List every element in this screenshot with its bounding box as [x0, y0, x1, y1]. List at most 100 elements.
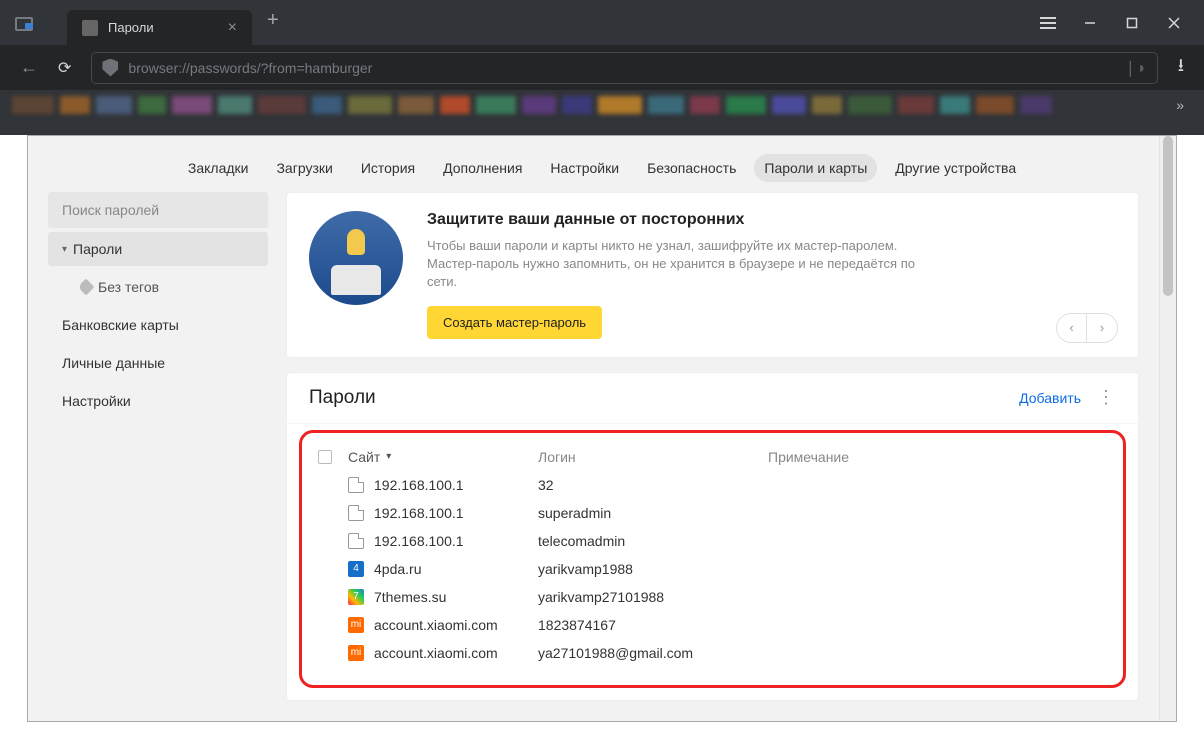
cell-site: 192.168.100.1	[374, 477, 464, 493]
site-favicon: mi	[348, 645, 364, 661]
sidebar-item-settings[interactable]: Настройки	[48, 384, 268, 418]
bookmark-chip[interactable]	[440, 96, 470, 114]
bookmark-chip[interactable]	[598, 96, 642, 114]
more-options-icon[interactable]: ⋮	[1097, 387, 1116, 408]
bookmark-chip[interactable]	[12, 96, 54, 114]
new-tab-button[interactable]: +	[267, 9, 279, 36]
bookmark-chip[interactable]	[398, 96, 434, 114]
scrollbar-thumb[interactable]	[1163, 136, 1173, 296]
topnav-item[interactable]: Загрузки	[266, 154, 342, 182]
active-tab[interactable]: Пароли ×	[67, 10, 252, 45]
sidebar-item-personal[interactable]: Личные данные	[48, 346, 268, 380]
column-site[interactable]: Сайт▾	[348, 449, 538, 465]
promo-illustration	[309, 211, 403, 305]
topnav-item[interactable]: Другие устройства	[885, 154, 1026, 182]
cell-login: 1823874167	[538, 617, 768, 633]
bookmark-chip[interactable]	[96, 96, 132, 114]
site-favicon	[348, 477, 364, 493]
table-row[interactable]: 192.168.100.1 32	[312, 471, 1113, 499]
promo-next-button[interactable]: ›	[1087, 314, 1117, 342]
cell-login: telecomadmin	[538, 533, 768, 549]
scrollbar[interactable]	[1159, 136, 1176, 721]
cell-site: 7themes.su	[374, 589, 446, 605]
promo-title: Защитите ваши данные от посторонних	[427, 211, 947, 229]
bookmarks-bar: »	[0, 90, 1204, 120]
cell-site: 192.168.100.1	[374, 533, 464, 549]
search-passwords-input[interactable]: Поиск паролей	[48, 192, 268, 228]
bookmark-chip[interactable]	[812, 96, 842, 114]
sidebar: Поиск паролей ▾Пароли Без тегов Банковск…	[48, 192, 268, 701]
address-bar[interactable]: browser://passwords/?from=hamburger ❘◗	[91, 52, 1157, 84]
bookmark-chip[interactable]	[848, 96, 892, 114]
tag-icon	[78, 279, 95, 296]
bookmark-chip[interactable]	[348, 96, 392, 114]
bookmarks-overflow-icon[interactable]: »	[1168, 97, 1192, 113]
table-row[interactable]: miaccount.xiaomi.comya27101988@gmail.com	[312, 639, 1113, 667]
topnav-item[interactable]: Настройки	[540, 154, 629, 182]
topnav-item[interactable]: Безопасность	[637, 154, 746, 182]
bookmark-chip[interactable]	[1020, 96, 1052, 114]
bookmark-page-icon[interactable]: ❘◗	[1124, 58, 1147, 78]
bookmark-chip[interactable]	[772, 96, 806, 114]
site-favicon: mi	[348, 617, 364, 633]
hamburger-menu-icon[interactable]	[1041, 16, 1055, 30]
table-row[interactable]: 192.168.100.1superadmin	[312, 499, 1113, 527]
bookmark-chip[interactable]	[312, 96, 342, 114]
cell-login: superadmin	[538, 505, 768, 521]
bookmark-chip[interactable]	[976, 96, 1014, 114]
sidebar-item-cards[interactable]: Банковские карты	[48, 308, 268, 342]
sidebar-item-label: Без тегов	[98, 279, 159, 295]
maximize-button[interactable]	[1125, 16, 1139, 30]
table-row[interactable]: 192.168.100.1 telecomadmin	[312, 527, 1113, 555]
sidebar-item-no-tags[interactable]: Без тегов	[48, 270, 268, 304]
tab-title: Пароли	[108, 20, 218, 35]
nav-reload-button[interactable]: ⟳	[58, 58, 71, 78]
bookmark-chip[interactable]	[476, 96, 516, 114]
table-row[interactable]: 77themes.suyarikvamp27101988	[312, 583, 1113, 611]
bookmark-chip[interactable]	[172, 96, 212, 114]
bookmark-chip[interactable]	[940, 96, 970, 114]
create-master-password-button[interactable]: Создать мастер-пароль	[427, 306, 602, 339]
table-row[interactable]: mi account.xiaomi.com 1823874167	[312, 611, 1113, 639]
topnav-item[interactable]: Закладки	[178, 154, 259, 182]
bookmark-chip[interactable]	[562, 96, 592, 114]
bookmark-chip[interactable]	[522, 96, 556, 114]
passwords-heading: Пароли	[309, 387, 376, 409]
bookmark-chip[interactable]	[218, 96, 252, 114]
close-window-button[interactable]	[1167, 16, 1181, 30]
topnav-item[interactable]: Дополнения	[433, 154, 532, 182]
add-password-link[interactable]: Добавить	[1019, 390, 1081, 406]
bookmark-chip[interactable]	[898, 96, 934, 114]
tab-close-icon[interactable]: ×	[228, 19, 237, 37]
bookmark-chip[interactable]	[726, 96, 766, 114]
settings-top-nav: ЗакладкиЗагрузки История Дополнения Настрой…	[28, 136, 1176, 192]
cell-login: 32	[538, 477, 768, 493]
bookmark-chip[interactable]	[648, 96, 684, 114]
spaces-icon[interactable]	[15, 15, 37, 31]
site-favicon: 4	[348, 561, 364, 577]
bookmark-chip[interactable]	[60, 96, 90, 114]
topnav-item[interactable]: Пароли и карты	[754, 154, 877, 182]
column-login[interactable]: Логин	[538, 449, 768, 465]
url-text: browser://passwords/?from=hamburger	[128, 60, 372, 76]
sort-caret-icon: ▾	[386, 451, 391, 462]
bookmark-chip[interactable]	[690, 96, 720, 114]
select-all-checkbox[interactable]	[318, 450, 332, 464]
promo-text: Чтобы ваши пароли и карты никто не узнал…	[427, 237, 947, 292]
downloads-icon[interactable]: ⭳	[1178, 53, 1184, 83]
column-note[interactable]: Примечание	[768, 449, 1107, 465]
sidebar-item-label: Пароли	[73, 241, 122, 257]
promo-prev-button[interactable]: ‹	[1057, 314, 1087, 342]
passwords-table-highlight: Сайт▾ Логин Примечание 192.168.100.13219…	[299, 430, 1126, 688]
site-favicon	[348, 533, 364, 549]
cell-site: account.xiaomi.com	[374, 617, 498, 633]
table-row[interactable]: 44pda.ruyarikvamp1988	[312, 555, 1113, 583]
page-content: ЗакладкиЗагрузки История Дополнения Настрой…	[27, 135, 1177, 722]
sidebar-item-passwords[interactable]: ▾Пароли	[48, 232, 268, 266]
bookmark-chip[interactable]	[258, 96, 306, 114]
nav-back-button[interactable]: ←	[20, 57, 38, 78]
topnav-item[interactable]: История	[351, 154, 425, 182]
site-info-icon[interactable]	[102, 59, 118, 77]
bookmark-chip[interactable]	[138, 96, 166, 114]
minimize-button[interactable]	[1083, 16, 1097, 30]
